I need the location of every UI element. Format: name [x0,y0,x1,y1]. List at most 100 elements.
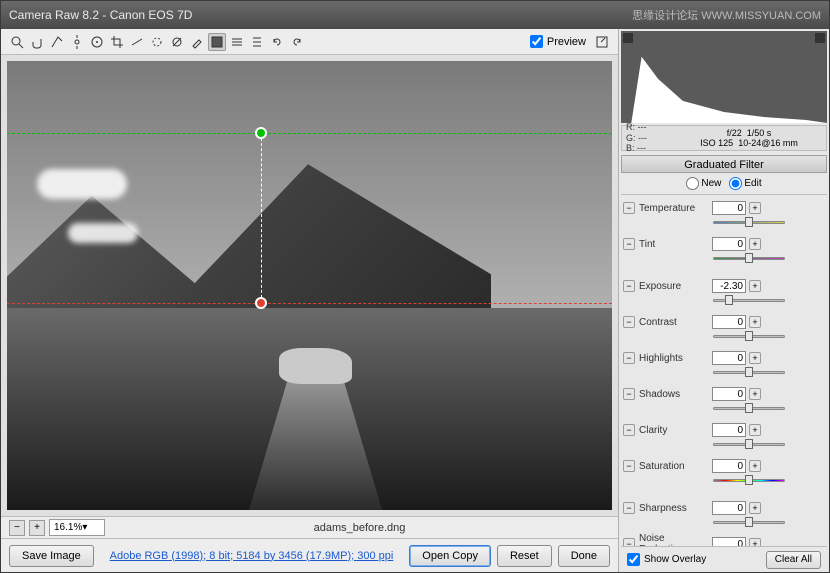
panel-title: Graduated Filter [621,155,827,173]
window-title: Camera Raw 8.2 - Canon EOS 7D [9,8,192,22]
toolbar: Preview [1,29,618,55]
slider-plus-button[interactable]: + [749,502,761,514]
slider-track[interactable] [713,367,785,379]
zoom-tool-icon[interactable] [8,33,26,51]
shadow-clip-warning-icon[interactable] [623,33,633,43]
slider-value-input[interactable] [712,501,746,515]
slider-plus-button[interactable]: + [749,424,761,436]
graduated-filter-tool-icon[interactable] [208,33,226,51]
crop-tool-icon[interactable] [108,33,126,51]
redeye-tool-icon[interactable] [168,33,186,51]
slider-minus-button[interactable]: − [623,460,635,472]
show-overlay-checkbox[interactable]: Show Overlay [627,553,706,566]
slider-minus-button[interactable]: − [623,316,635,328]
histogram[interactable] [621,31,827,123]
white-balance-tool-icon[interactable] [48,33,66,51]
zoom-select[interactable]: 16.1% ▾ [49,519,105,536]
fullscreen-icon[interactable] [593,33,611,51]
slider-value-input[interactable] [712,237,746,251]
sliders-list: −Temperature+−Tint+−Exposure+−Contrast+−… [619,195,829,546]
slider-value-input[interactable] [712,279,746,293]
image-preview[interactable] [7,61,612,510]
slider-track[interactable] [713,403,785,415]
gradient-line-start[interactable] [7,133,612,134]
clear-all-button[interactable]: Clear All [766,551,821,569]
targeted-adjustment-tool-icon[interactable] [88,33,106,51]
gradient-handle-start[interactable] [255,127,267,139]
lens: 10-24@16 mm [738,138,798,148]
camera-raw-window: Camera Raw 8.2 - Canon EOS 7D 思缘设计论坛 WWW… [0,0,830,573]
slider-shadows: −Shadows+ [623,383,825,405]
slider-noise-reduction: −Noise Reduction+ [623,533,825,546]
slider-label: Clarity [635,425,709,436]
adjustment-brush-tool-icon[interactable] [188,33,206,51]
slider-value-input[interactable] [712,315,746,329]
slider-label: Highlights [635,353,709,364]
aperture: f/22 [727,128,742,138]
mode-row: New Edit [621,173,827,195]
preferences-icon[interactable] [248,33,266,51]
slider-minus-button[interactable]: − [623,280,635,292]
slider-clarity: −Clarity + [623,419,825,441]
slider-value-input[interactable] [712,537,746,546]
slider-minus-button[interactable]: − [623,352,635,364]
gradient-handle-end[interactable] [255,297,267,309]
slider-track[interactable] [713,295,785,307]
slider-track[interactable] [713,253,785,265]
open-copy-button[interactable]: Open Copy [409,545,491,567]
done-button[interactable]: Done [558,545,610,567]
slider-minus-button[interactable]: − [623,502,635,514]
filename-label: adams_before.dng [107,522,612,534]
slider-minus-button[interactable]: − [623,538,635,546]
straighten-tool-icon[interactable] [128,33,146,51]
highlight-clip-warning-icon[interactable] [815,33,825,43]
slider-track[interactable] [713,475,785,487]
preview-checkbox[interactable]: Preview [530,35,586,48]
gradient-connector [261,133,262,304]
workflow-link[interactable]: Adobe RGB (1998); 8 bit; 5184 by 3456 (1… [94,550,410,562]
slider-plus-button[interactable]: + [749,280,761,292]
mode-new-radio[interactable]: New [686,177,721,190]
b-value: B: --- [626,143,672,154]
slider-value-input[interactable] [712,387,746,401]
slider-track[interactable] [713,217,785,229]
rotate-ccw-icon[interactable] [268,33,286,51]
left-pane: Preview − + 16.1% ▾ adams_before.dng Sav… [1,29,619,572]
slider-plus-button[interactable]: + [749,238,761,250]
color-sampler-tool-icon[interactable] [68,33,86,51]
slider-track[interactable] [713,439,785,451]
radial-filter-tool-icon[interactable] [228,33,246,51]
slider-minus-button[interactable]: − [623,388,635,400]
reset-button[interactable]: Reset [497,545,552,567]
slider-plus-button[interactable]: + [749,460,761,472]
slider-plus-button[interactable]: + [749,352,761,364]
zoom-in-button[interactable]: + [29,520,45,536]
slider-temperature: −Temperature+ [623,197,825,219]
iso: ISO 125 [700,138,733,148]
hand-tool-icon[interactable] [28,33,46,51]
bottombar: Save Image Adobe RGB (1998); 8 bit; 5184… [1,538,618,572]
zoom-out-button[interactable]: − [9,520,25,536]
slider-minus-button[interactable]: − [623,202,635,214]
mode-edit-radio[interactable]: Edit [729,177,761,190]
slider-plus-button[interactable]: + [749,388,761,400]
rotate-cw-icon[interactable] [288,33,306,51]
slider-track[interactable] [713,517,785,529]
save-image-button[interactable]: Save Image [9,545,94,567]
slider-value-input[interactable] [712,201,746,215]
slider-plus-button[interactable]: + [749,316,761,328]
slider-minus-button[interactable]: − [623,424,635,436]
slider-value-input[interactable] [712,423,746,437]
slider-minus-button[interactable]: − [623,238,635,250]
slider-contrast: −Contrast+ [623,311,825,333]
slider-track[interactable] [713,331,785,343]
gradient-line-end[interactable] [7,303,612,304]
right-panel: R: --- G: --- B: --- f/22 1/50 s ISO 125… [619,29,829,572]
slider-plus-button[interactable]: + [749,538,761,546]
spot-removal-tool-icon[interactable] [148,33,166,51]
slider-value-input[interactable] [712,459,746,473]
slider-value-input[interactable] [712,351,746,365]
slider-tint: −Tint+ [623,233,825,255]
slider-plus-button[interactable]: + [749,202,761,214]
titlebar: Camera Raw 8.2 - Canon EOS 7D 思缘设计论坛 WWW… [1,1,829,29]
